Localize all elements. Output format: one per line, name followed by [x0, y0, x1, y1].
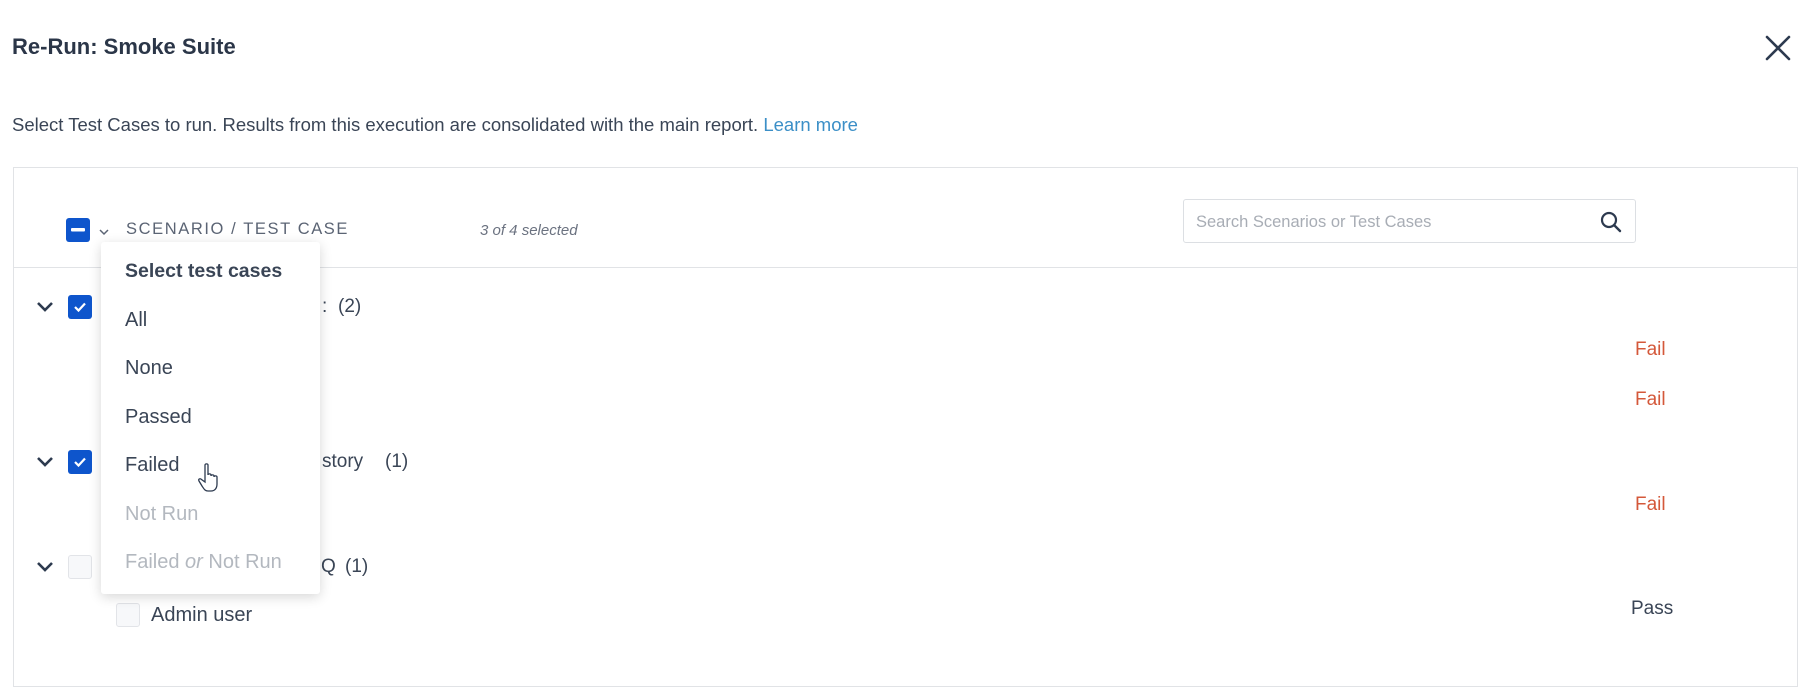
expand-scenario-2[interactable]: [35, 455, 55, 474]
chevron-down-icon: [99, 229, 109, 236]
column-header-scenario: SCENARIO / TEST CASE: [126, 220, 350, 238]
scenario-3-checkbox[interactable]: [68, 555, 92, 579]
expand-scenario-1[interactable]: [35, 300, 55, 319]
menu-item-failed-or-not-run[interactable]: Failed or Not Run: [125, 551, 282, 574]
chevron-down-icon: [37, 562, 53, 572]
chevron-down-icon: [37, 302, 53, 312]
expand-scenario-3[interactable]: [35, 560, 55, 579]
checkmark-icon: [74, 457, 86, 468]
scenario-3-count: (1): [345, 556, 369, 577]
menu-item-passed[interactable]: Passed: [125, 406, 192, 429]
search-icon[interactable]: [1599, 210, 1623, 234]
select-menu-toggle[interactable]: [98, 224, 110, 242]
menu-item-not-run[interactable]: Not Run: [125, 503, 198, 526]
label-not-run: Not Run: [208, 551, 282, 573]
test-case-status: Fail: [1635, 494, 1666, 515]
label-or: or: [185, 551, 203, 573]
scenario-1-name: :: [322, 296, 328, 317]
scenario-2-count: (1): [385, 451, 409, 472]
learn-more-link[interactable]: Learn more: [763, 114, 858, 135]
scenario-2-checkbox[interactable]: [68, 450, 92, 474]
select-test-cases-menu: Select test cases All None Passed Failed…: [101, 242, 320, 594]
search-input[interactable]: [1184, 200, 1588, 244]
menu-item-failed[interactable]: Failed: [125, 454, 179, 477]
dialog-title: Re-Run: Smoke Suite: [12, 34, 236, 59]
hand-cursor-icon: [198, 463, 218, 492]
scenario-1-count: (2): [338, 296, 362, 317]
select-all-checkbox[interactable]: [66, 218, 90, 242]
test-case-checkbox[interactable]: [116, 603, 140, 627]
description-text: Select Test Cases to run. Results from t…: [12, 114, 759, 135]
search-box[interactable]: [1183, 199, 1636, 244]
selected-count: 3 of 4 selected: [480, 222, 578, 239]
menu-item-none[interactable]: None: [125, 357, 173, 380]
menu-item-all[interactable]: All: [125, 309, 147, 332]
test-case-status: Fail: [1635, 389, 1666, 410]
scenario-1-checkbox[interactable]: [68, 295, 92, 319]
close-button[interactable]: [1762, 32, 1794, 64]
test-case-name: Admin user: [151, 604, 253, 626]
menu-heading: Select test cases: [125, 260, 283, 282]
label-failed: Failed: [125, 551, 180, 573]
close-icon: [1765, 35, 1791, 61]
test-case-status: Fail: [1635, 339, 1666, 360]
indeterminate-icon: [71, 228, 85, 232]
checkmark-icon: [74, 302, 86, 313]
scenario-3-name: Q: [321, 556, 336, 577]
scenario-2-name: story: [322, 451, 364, 472]
chevron-down-icon: [37, 457, 53, 467]
dialog-description: Select Test Cases to run. Results from t…: [12, 114, 858, 136]
test-case-status: Pass: [1631, 598, 1674, 619]
